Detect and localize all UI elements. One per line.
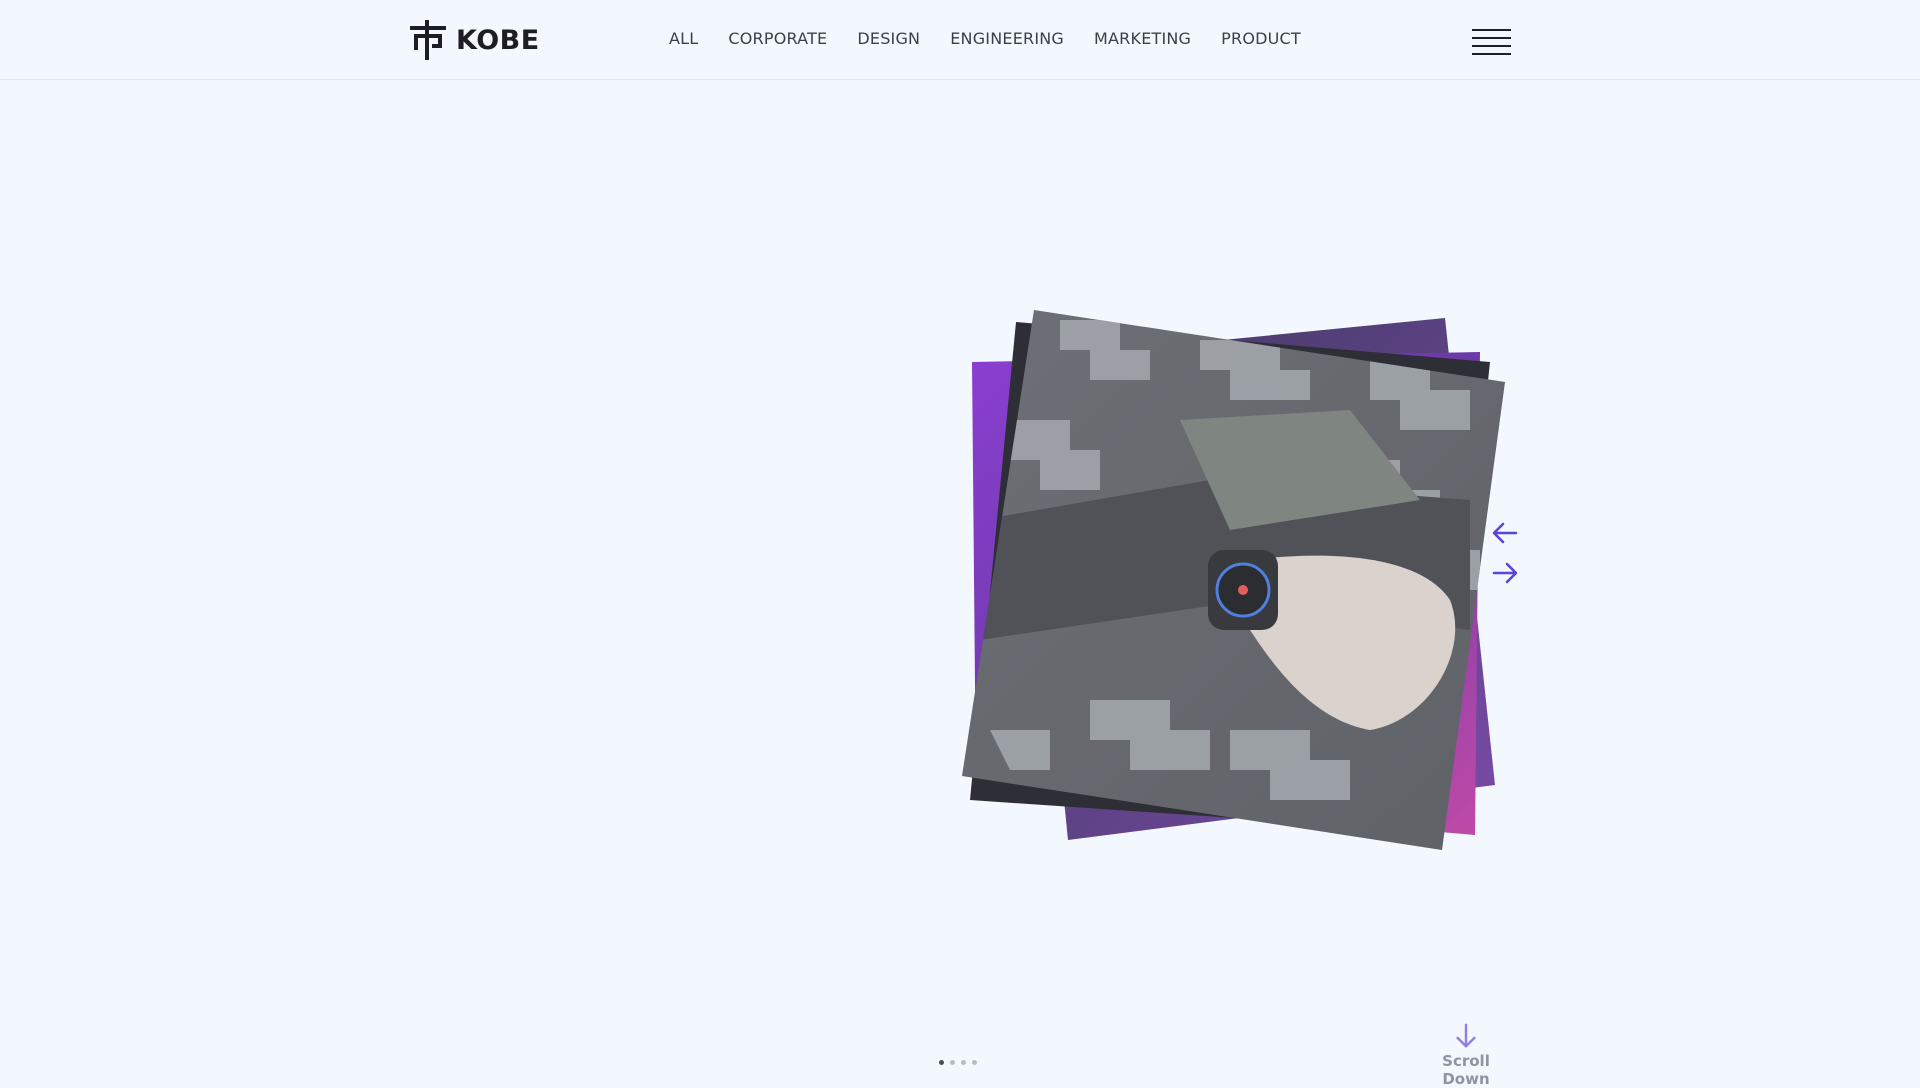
scroll-down-button[interactable]: Scroll Down xyxy=(1420,1022,1512,1088)
pagination-dot-3[interactable] xyxy=(961,1060,966,1065)
logo-mark-icon xyxy=(410,20,446,60)
hamburger-menu-icon[interactable] xyxy=(1472,29,1511,57)
pagination-dot-2[interactable] xyxy=(950,1060,955,1065)
brand-logo[interactable]: KOBE xyxy=(410,20,540,60)
image-card-stack xyxy=(962,310,1505,850)
arrow-down-icon xyxy=(1456,1023,1476,1048)
nav-item-product[interactable]: PRODUCT xyxy=(1221,29,1301,48)
nav-item-engineering[interactable]: ENGINEERING xyxy=(950,29,1064,48)
nav-item-all[interactable]: ALL xyxy=(669,29,698,48)
slider-prev-button[interactable] xyxy=(1490,518,1520,548)
pagination-dot-4[interactable] xyxy=(972,1060,977,1065)
scroll-down-label: Scroll Down xyxy=(1442,1052,1490,1088)
pagination-dot-1[interactable] xyxy=(939,1060,944,1065)
arrow-left-icon xyxy=(1492,522,1518,544)
site-header: KOBE ALL CORPORATE DESIGN ENGINEERING MA… xyxy=(0,0,1920,80)
nav-item-marketing[interactable]: MARKETING xyxy=(1094,29,1191,48)
brand-name: KOBE xyxy=(456,24,540,56)
category-nav: ALL CORPORATE DESIGN ENGINEERING MARKETI… xyxy=(669,29,1301,48)
nav-item-design[interactable]: DESIGN xyxy=(857,29,920,48)
slider-next-button[interactable] xyxy=(1490,558,1520,588)
arrow-right-icon xyxy=(1492,562,1518,584)
nav-item-corporate[interactable]: CORPORATE xyxy=(728,29,827,48)
slider-pagination xyxy=(939,1060,977,1065)
